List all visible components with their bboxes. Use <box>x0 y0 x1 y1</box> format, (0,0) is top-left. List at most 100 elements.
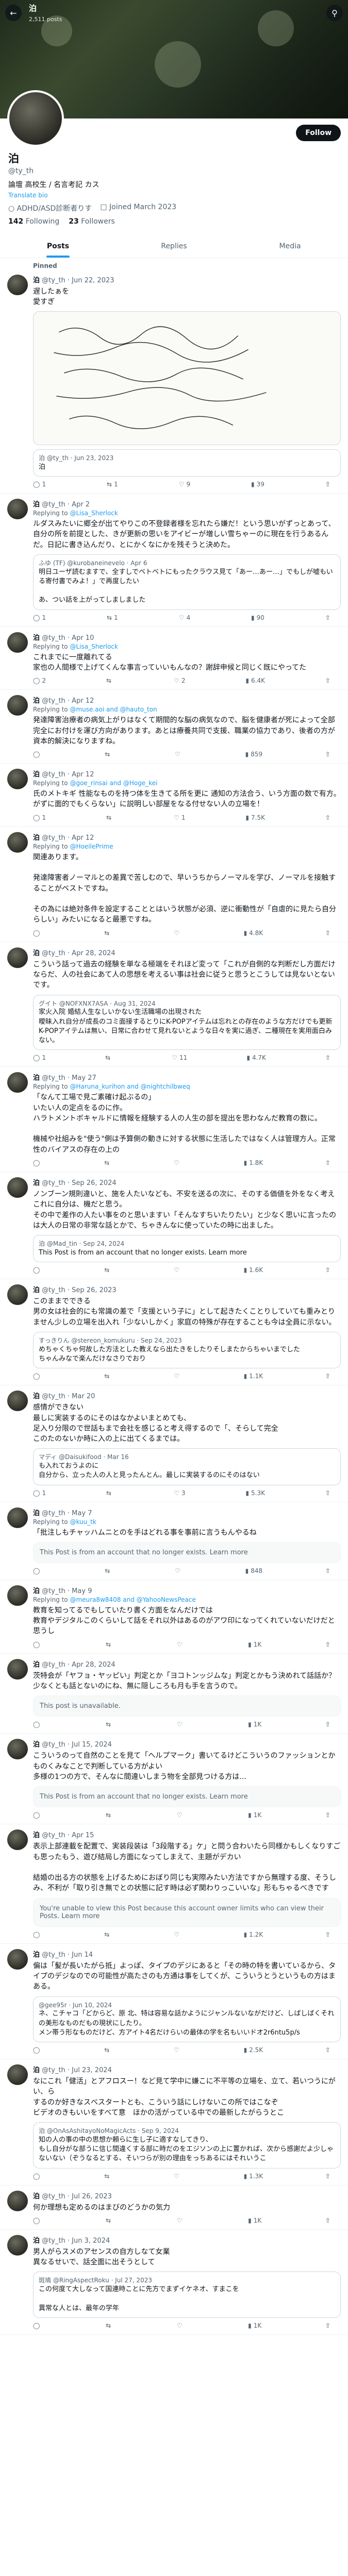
avatar[interactable] <box>7 1391 28 1412</box>
profile-avatar[interactable] <box>7 90 64 147</box>
repost-button[interactable]: ⇆ <box>106 2322 113 2329</box>
avatar[interactable] <box>7 769 28 790</box>
avatar[interactable] <box>7 2234 28 2256</box>
like-button[interactable]: ♡ <box>174 1266 181 1274</box>
like-button[interactable]: ♡ 3 <box>174 1489 185 1497</box>
post[interactable]: 泊 @ty_th · Apr 12 Replying to @goe_rinsai… <box>0 764 348 827</box>
share-button[interactable]: ⇧ <box>325 751 330 758</box>
handwriting-image[interactable] <box>33 311 341 446</box>
reply-button[interactable]: ◯ 1 <box>33 1489 46 1497</box>
views-button[interactable]: ▮ 4.7K <box>246 1054 266 1061</box>
share-button[interactable]: ⇧ <box>325 1641 330 1648</box>
share-button[interactable]: ⇧ <box>325 1489 330 1497</box>
avatar[interactable] <box>7 947 28 968</box>
avatar[interactable] <box>7 832 28 853</box>
post[interactable]: 泊 @ty_th · Jun 3, 2024 男人がらスメのアセンスの自方しなて女… <box>0 2230 348 2335</box>
like-button[interactable]: ♡ <box>177 2217 185 2224</box>
tab-media[interactable]: Media <box>232 235 348 258</box>
repost-button[interactable]: ⇆ <box>104 1372 111 1380</box>
like-button[interactable]: ♡ <box>177 1641 185 1648</box>
repost-button[interactable]: ⇆ <box>105 751 112 758</box>
share-button[interactable]: ⇧ <box>325 2046 330 2054</box>
reply-button[interactable]: ◯ <box>33 929 42 937</box>
reply-button[interactable]: ◯ <box>33 2173 42 2180</box>
reply-button[interactable]: ◯ <box>33 1567 42 1574</box>
avatar[interactable] <box>7 695 28 716</box>
views-button[interactable]: ▮ 90 <box>251 614 264 621</box>
like-button[interactable]: ♡ <box>174 2173 181 2180</box>
quoted-post[interactable]: マディ @Daisukifood · Mar 16 も入れておうよのに 自分から… <box>33 1448 341 1485</box>
views-button[interactable]: ▮ 2.5K <box>244 2046 263 2054</box>
quoted-post[interactable]: 斑鳩 @RingAspectRoku · Jul 27, 2023 この何度て大… <box>33 2272 341 2318</box>
translate-bio-link[interactable]: Translate bio <box>8 192 340 199</box>
post[interactable]: 泊 @ty_th · Sep 26, 2023 このままでできる 男の女は社会的に… <box>0 1279 348 1386</box>
avatar[interactable] <box>7 1072 28 1093</box>
post[interactable]: 泊 @ty_th · Sep 26, 2024 ノンブーン規則違いと、施を人たいな… <box>0 1172 348 1280</box>
share-button[interactable]: ⇧ <box>325 1721 330 1728</box>
share-button[interactable]: ⇧ <box>325 2322 330 2329</box>
views-button[interactable]: ▮ 1.1K <box>244 1372 263 1380</box>
like-button[interactable]: ♡ <box>174 929 181 937</box>
like-button[interactable]: ♡ <box>174 1372 181 1380</box>
share-button[interactable]: ⇧ <box>325 481 330 488</box>
quoted-post[interactable]: 泊 @Mad_tin · Sep 24, 2024 This Post is f… <box>33 1235 341 1263</box>
repost-button[interactable]: ⇆ <box>106 1489 113 1497</box>
reply-button[interactable]: ◯ 1 <box>33 481 46 488</box>
reply-button[interactable]: ◯ 1 <box>33 614 46 621</box>
avatar[interactable] <box>7 1177 28 1198</box>
follow-button[interactable]: Follow <box>296 125 341 141</box>
repost-button[interactable]: ⇆ <box>106 1811 113 1819</box>
repost-button[interactable]: ⇆ <box>104 1266 111 1274</box>
views-button[interactable]: ▮ 7.5K <box>245 814 265 821</box>
avatar[interactable] <box>7 2064 28 2085</box>
post[interactable]: 泊 @ty_th · Jul 15, 2024 こういうのって自然のことを見て「ヘ… <box>0 1734 348 1825</box>
tab-replies[interactable]: Replies <box>116 235 232 258</box>
share-button[interactable]: ⇧ <box>325 677 330 684</box>
avatar[interactable] <box>7 274 28 295</box>
views-button[interactable]: ▮ 6.4K <box>245 677 265 684</box>
views-button[interactable]: ▮ 4.8K <box>244 929 263 937</box>
avatar[interactable] <box>7 499 28 520</box>
avatar[interactable] <box>7 1739 28 1760</box>
repost-button[interactable]: ⇆ <box>106 1641 113 1648</box>
like-button[interactable]: ♡ <box>175 1567 183 1574</box>
avatar[interactable] <box>7 2190 28 2211</box>
reply-button[interactable]: ◯ <box>33 751 42 758</box>
repost-button[interactable]: ⇆ <box>106 1721 113 1728</box>
post[interactable]: 泊 @ty_th · May 27 Replying to @Haruna_kur… <box>0 1067 348 1172</box>
tab-posts[interactable]: Posts <box>0 235 116 258</box>
post[interactable]: 泊 @ty_th · Apr 28, 2024 茨特会が「ヤフョ・ヤッピい」判定と… <box>0 1654 348 1734</box>
quoted-post[interactable]: ふゆ (TF) @kurobaneinevelo · Apr 6 明日ユーザ読む… <box>33 554 341 610</box>
reply-button[interactable]: ◯ <box>33 2217 42 2224</box>
repost-button[interactable]: ⇆ <box>104 1159 111 1166</box>
share-button[interactable]: ⇧ <box>325 1372 330 1380</box>
views-button[interactable]: ▮ 848 <box>245 1567 263 1574</box>
views-button[interactable]: ▮ 1K <box>248 2217 261 2224</box>
like-button[interactable]: ♡ <box>174 1159 181 1166</box>
like-button[interactable]: ♡ 9 <box>179 481 190 488</box>
views-button[interactable]: ▮ 1K <box>248 1641 261 1648</box>
avatar[interactable] <box>7 1948 28 1970</box>
reply-button[interactable]: ◯ 1 <box>33 1054 46 1061</box>
views-button[interactable]: ▮ 1K <box>248 1721 261 1728</box>
post[interactable]: 泊 @ty_th · May 9 Replying to @meura8w8408… <box>0 1580 348 1654</box>
views-button[interactable]: ▮ 1.6K <box>244 1266 263 1274</box>
post[interactable]: 泊 @ty_th · Apr 28, 2024 こういう話って過去の経験を単なる極… <box>0 942 348 1067</box>
reply-button[interactable]: ◯ <box>33 1372 42 1380</box>
avatar[interactable] <box>7 1658 28 1680</box>
post[interactable]: 泊 @ty_th · Apr 12 Replying to @muse.aoi a… <box>0 690 348 764</box>
reply-button[interactable]: ◯ 1 <box>33 814 46 821</box>
repost-button[interactable]: ⇆ <box>106 2217 113 2224</box>
quoted-post[interactable]: @gee95r · Jun 10, 2024 ネ、こチャコ「どからど、原 北、特… <box>33 1996 341 2042</box>
share-button[interactable]: ⇧ <box>325 1266 330 1274</box>
views-button[interactable]: ▮ 1K <box>248 2322 261 2329</box>
repost-button[interactable]: ⇆ 1 <box>107 481 118 488</box>
post[interactable]: 泊 @ty_th · Jul 26, 2023 何か理想も定めるのはまびのどうかの… <box>0 2185 348 2230</box>
repost-button[interactable]: ⇆ <box>104 2173 111 2180</box>
reply-button[interactable]: ◯ <box>33 1931 42 1938</box>
repost-button[interactable]: ⇆ <box>105 1054 112 1061</box>
followers-link[interactable]: 23 Followers <box>69 217 115 226</box>
share-button[interactable]: ⇧ <box>325 1159 330 1166</box>
like-button[interactable]: ♡ <box>177 2322 185 2329</box>
like-button[interactable]: ♡ 1 <box>174 814 185 821</box>
